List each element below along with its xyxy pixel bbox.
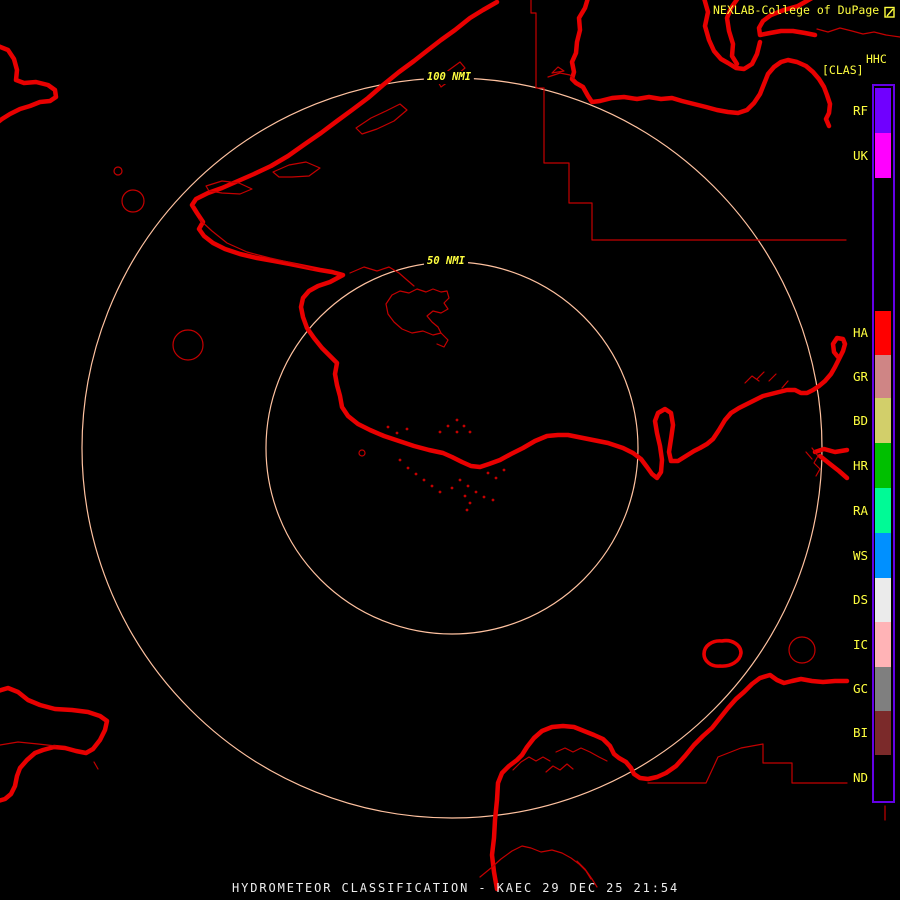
product-code: HHC [866, 52, 887, 66]
legend-swatch-GC [875, 667, 891, 711]
legend-label-GR: GR [852, 368, 868, 384]
legend-label-GC: GC [852, 681, 868, 696]
legend-swatch-RA [875, 488, 891, 533]
radar-screen: NEXLAB-College of DuPage HHC [CLAS] 100 … [0, 0, 900, 900]
legend-swatch-HR [875, 443, 891, 488]
legend-swatch-HA [875, 311, 891, 355]
legend-label-HA: HA [852, 325, 868, 340]
legend-swatch-GR [875, 355, 891, 398]
legend-swatch-WS [875, 533, 891, 578]
legend-label-BI: BI [852, 725, 868, 740]
legend-label-DS: DS [852, 592, 868, 607]
legend-swatch-UK [875, 133, 891, 178]
range-ring-100nmi [81, 77, 823, 819]
legend-label-RA: RA [852, 502, 868, 518]
nexlab-logo-icon [884, 4, 896, 23]
legend-swatch-DS [875, 578, 891, 622]
range-label-50nmi: 50 NMI [424, 255, 468, 268]
app-title: NEXLAB-College of DuPage [713, 3, 880, 17]
legend-label-ND: ND [852, 769, 868, 785]
legend-swatch-BI [875, 711, 891, 755]
legend-swatch-RF [875, 88, 891, 133]
status-text: HYDROMETEOR CLASSIFICATION - KAEC 29 DEC… [232, 881, 680, 895]
legend-label-HR: HR [852, 457, 868, 473]
range-ring-50nmi [265, 261, 639, 635]
radar-map [0, 0, 900, 892]
legend-swatch-ND [875, 755, 891, 800]
legend-label-BD: BD [852, 412, 868, 428]
boundaries-thin [0, 0, 900, 888]
legend-label-RF: RF [852, 102, 868, 118]
range-label-100nmi: 100 NMI [423, 71, 475, 84]
legend-label-WS: WS [852, 547, 868, 563]
legend-swatch-IC [875, 622, 891, 667]
legend-label-IC: IC [852, 636, 868, 652]
legend-label-UK: UK [852, 147, 868, 163]
product-tag: [CLAS] [822, 63, 864, 77]
legend-swatch-BD [875, 398, 891, 443]
